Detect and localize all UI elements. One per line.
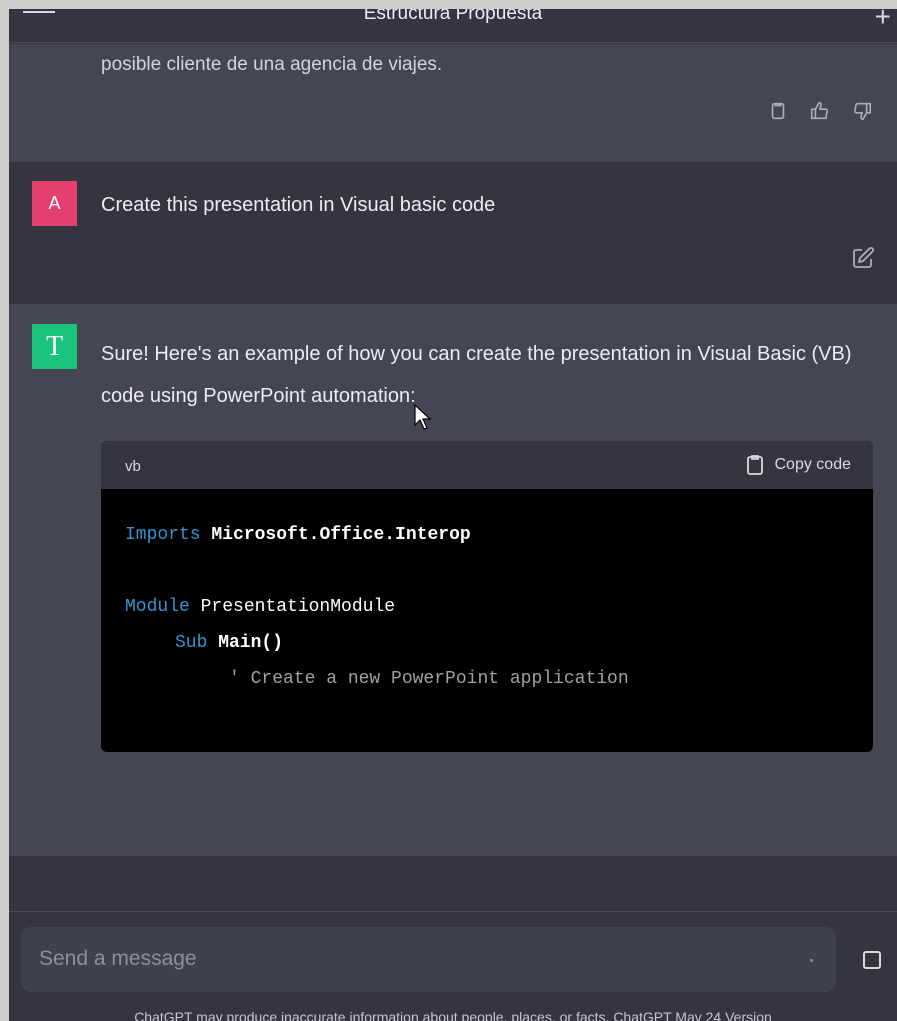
code-keyword: Sub	[175, 633, 208, 653]
copy-icon[interactable]	[767, 100, 789, 122]
mouse-pointer-icon	[414, 403, 432, 430]
user-message: A Create this presentation in Visual bas…	[9, 162, 897, 304]
user-avatar: A	[32, 181, 77, 226]
clipboard-icon	[746, 455, 763, 475]
composer-area: ChatGPT may produce inaccurate informati…	[9, 856, 897, 1021]
code-keyword: Imports	[125, 525, 201, 545]
divider	[9, 911, 897, 912]
chat-window: Estructura Propuesta + posible cliente d…	[9, 9, 897, 1021]
message-actions	[767, 100, 873, 122]
message-text: Sure! Here's an example of how you can c…	[101, 343, 852, 407]
version-link[interactable]: ChatGPT May 24 Version	[613, 1009, 771, 1021]
new-chat-icon[interactable]: +	[875, 9, 891, 31]
code-block-header: vb Copy code	[101, 441, 873, 489]
message-input[interactable]	[39, 941, 739, 977]
code-content: Imports Microsoft.Office.Interop Module …	[101, 489, 873, 697]
code-text: Microsoft.Office.Interop	[200, 525, 471, 545]
disclaimer-text: ChatGPT may produce inaccurate informati…	[134, 1009, 610, 1021]
code-line: Imports Microsoft.Office.Interop	[125, 517, 873, 553]
code-language-label: vb	[125, 458, 141, 475]
assistant-avatar: T	[32, 324, 77, 369]
thumbs-up-icon[interactable]	[809, 100, 831, 122]
send-button[interactable]	[861, 949, 883, 976]
code-line: ' Create a new PowerPoint application	[125, 661, 873, 697]
code-line: Module PresentationModule	[125, 589, 873, 625]
code-block: vb Copy code Imports Microsoft.Office.In…	[101, 441, 873, 752]
code-keyword: Module	[125, 597, 190, 617]
previous-assistant-message: posible cliente de una agencia de viajes…	[9, 44, 897, 162]
code-text: PresentationModule	[189, 597, 396, 617]
assistant-message: T Sure! Here's an example of how you can…	[9, 304, 897, 856]
thumbs-down-icon[interactable]	[851, 100, 873, 122]
message-text: Create this presentation in Visual basic…	[101, 194, 496, 216]
typing-dot	[810, 959, 813, 962]
message-text: posible cliente de una agencia de viajes…	[101, 54, 443, 75]
code-text: Main()	[207, 633, 284, 653]
stop-icon	[863, 951, 881, 969]
conversation-title: Estructura Propuesta	[363, 9, 543, 24]
code-line: Sub Main()	[125, 625, 873, 661]
code-comment: ' Create a new PowerPoint application	[229, 669, 629, 689]
copy-code-label: Copy code	[774, 456, 852, 473]
footer-disclaimer: ChatGPT may produce inaccurate informati…	[9, 1009, 897, 1021]
edit-icon[interactable]	[851, 246, 875, 275]
copy-code-button[interactable]: Copy code	[745, 454, 852, 476]
message-input-container	[21, 927, 836, 992]
top-bar: Estructura Propuesta +	[9, 9, 897, 43]
